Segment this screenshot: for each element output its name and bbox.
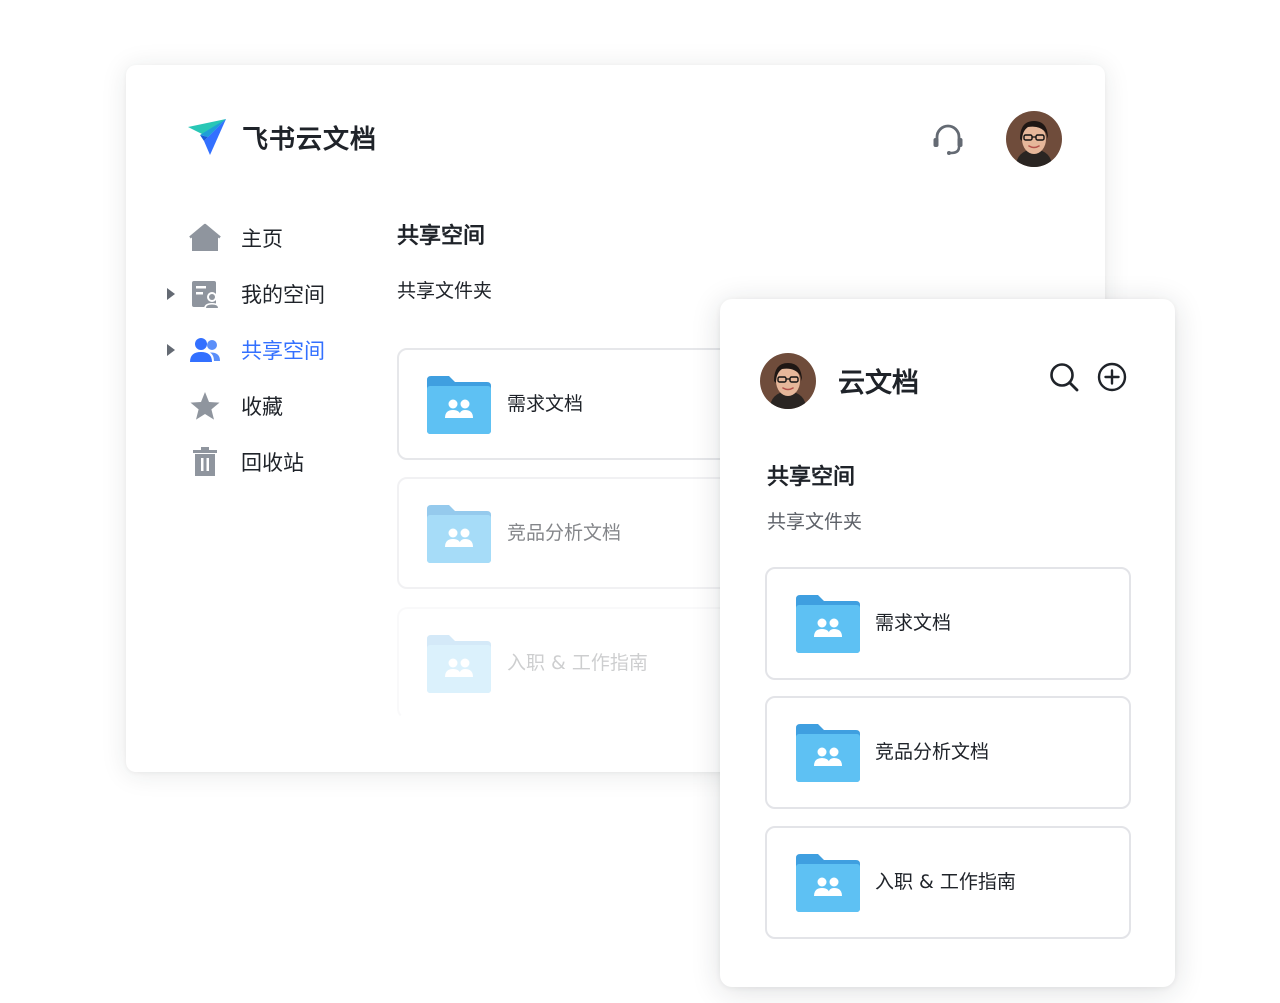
star-icon	[190, 392, 220, 420]
folder-card[interactable]: 竞品分析文档	[765, 696, 1131, 809]
shared-folder-icon	[796, 854, 860, 912]
mobile-panel: 云文档 共享空间 共享文件夹 需求文档 竞品分析文档 入职 & 工作指南	[720, 299, 1175, 987]
folder-name: 入职 & 工作指南	[875, 871, 1016, 893]
shared-users-icon	[190, 338, 220, 362]
folder-name: 入职 & 工作指南	[507, 652, 648, 674]
sidebar-item-my-space[interactable]: 我的空间	[164, 266, 364, 322]
caret-right-icon[interactable]	[164, 287, 178, 301]
app-name: 飞书云文档	[242, 124, 378, 155]
folder-card[interactable]: 需求文档	[765, 567, 1131, 680]
sidebar-item-label: 主页	[241, 227, 283, 251]
section-title: 共享空间	[767, 465, 856, 490]
folder-card[interactable]: 入职 & 工作指南	[765, 826, 1131, 939]
headset-icon[interactable]	[928, 119, 968, 159]
feishu-paper-plane-icon	[188, 119, 226, 155]
add-circle-icon[interactable]	[1096, 361, 1128, 393]
avatar[interactable]	[760, 353, 816, 409]
shared-folder-icon	[796, 724, 860, 782]
my-space-icon	[192, 281, 220, 309]
brand[interactable]: 飞书云文档	[186, 115, 377, 159]
avatar[interactable]	[1006, 111, 1062, 167]
home-icon	[189, 223, 221, 251]
trash-icon	[193, 447, 217, 476]
sidebar-item-label: 收藏	[241, 395, 283, 419]
folder-name: 需求文档	[875, 612, 952, 634]
user-avatar-image	[760, 353, 816, 409]
sidebar-item-trash[interactable]: 回收站	[164, 434, 364, 490]
shared-folder-icon	[796, 595, 860, 653]
sidebar-item-home[interactable]: 主页	[164, 210, 364, 266]
shared-folder-icon	[427, 505, 491, 563]
section-subtitle: 共享文件夹	[767, 511, 863, 533]
sidebar-item-favorites[interactable]: 收藏	[164, 378, 364, 434]
sidebar-item-label: 共享空间	[241, 339, 325, 363]
section-subtitle: 共享文件夹	[397, 280, 493, 302]
caret-right-icon[interactable]	[164, 343, 178, 357]
mobile-app-title: 云文档	[838, 368, 919, 399]
folder-name: 竞品分析文档	[507, 522, 622, 544]
sidebar: 主页 我的空间 共享空间 收藏 回收站	[164, 210, 364, 490]
sidebar-item-label: 回收站	[241, 451, 304, 475]
shared-folder-icon	[427, 635, 491, 693]
sidebar-item-label: 我的空间	[241, 283, 325, 307]
shared-folder-icon	[427, 376, 491, 434]
sidebar-item-shared[interactable]: 共享空间	[164, 322, 364, 378]
search-icon[interactable]	[1048, 361, 1080, 393]
user-avatar-image	[1006, 111, 1062, 167]
page-title: 共享空间	[397, 224, 486, 249]
folder-name: 需求文档	[507, 393, 584, 415]
folder-name: 竞品分析文档	[875, 741, 990, 763]
